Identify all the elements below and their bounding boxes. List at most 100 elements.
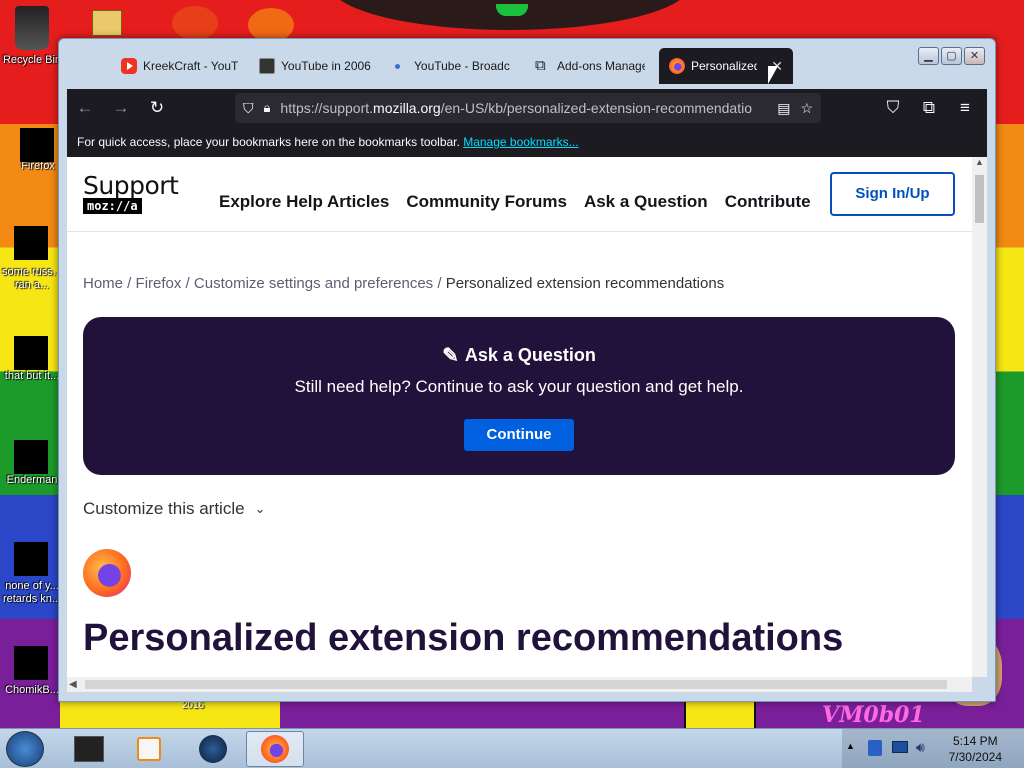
tab-addons-manager[interactable]: ⧉ Add-ons Manager — [525, 48, 655, 84]
app-icon — [74, 736, 104, 762]
desktop-icon-chomik[interactable]: ChomikB... — [0, 632, 64, 697]
tab-youtube-2006[interactable]: YouTube in 2006 - — [249, 48, 385, 84]
nav-ask-question[interactable]: Ask a Question — [584, 192, 708, 212]
customize-article-toggle[interactable]: Customize this article ⌄ — [83, 499, 265, 519]
tab-label: Personalized e — [691, 59, 758, 73]
browser-window: KreekCraft - YouT YouTube in 2006 - YouT… — [58, 38, 996, 702]
desktop-icon-enderman[interactable]: Enderman — [0, 428, 64, 487]
ask-card-subtitle: Still need help? Continue to ask your qu… — [294, 377, 744, 396]
nav-bar: ← → ↻ ⛉ 🔒︎ https://support.mozilla.org/e… — [67, 89, 987, 127]
nav-explore-help[interactable]: Explore Help Articles — [219, 192, 389, 212]
globe-icon — [199, 735, 227, 763]
desktop-icon-recycle-bin[interactable]: Recycle Bin — [0, 6, 64, 67]
site-header: Support moz://a Explore Help Articles Co… — [67, 157, 972, 232]
back-arrow-icon[interactable]: ← — [67, 98, 103, 118]
edit-icon: ✎ — [442, 345, 459, 367]
reload-icon[interactable]: ↻ — [139, 98, 175, 118]
article-title: Personalized extension recommendations — [83, 617, 844, 659]
close-window-button[interactable]: ✕ — [964, 47, 985, 65]
menu-icon[interactable]: ≡ — [947, 98, 983, 118]
bookmark-star-icon[interactable]: ☆ — [800, 100, 813, 117]
nav-community-forums[interactable]: Community Forums — [406, 192, 567, 212]
redacted-icon — [14, 542, 48, 576]
redacted-icon — [20, 128, 54, 162]
media-player-icon — [137, 737, 161, 761]
watermark-text: VM0b01 — [822, 702, 925, 728]
url-text[interactable]: https://support.mozilla.org/en-US/kb/per… — [280, 100, 767, 116]
minimize-button[interactable]: ▁ — [918, 47, 939, 65]
scroll-left-icon[interactable]: ◀ — [69, 677, 77, 692]
url-bar[interactable]: ⛉ 🔒︎ https://support.mozilla.org/en-US/k… — [235, 93, 821, 123]
pocket-icon[interactable]: ⛉ — [875, 98, 911, 118]
breadcrumb-customize[interactable]: Customize settings and preferences — [194, 275, 433, 292]
tab-youtube-broadcast[interactable]: YouTube - Broadc — [385, 48, 525, 84]
mouse-cursor — [768, 66, 778, 84]
page-icon — [259, 58, 275, 74]
desktop-icon-label: Enderman — [6, 474, 58, 486]
desktop-icon-file-1[interactable]: some russ... ran a... — [0, 214, 64, 292]
taskbar-firefox[interactable] — [246, 731, 304, 767]
bookmarks-toolbar: For quick access, place your bookmarks h… — [67, 127, 987, 157]
maximize-button[interactable]: ▢ — [941, 47, 962, 65]
desktop-icon-label: none of y... retards kn... — [2, 580, 62, 605]
ask-card-title-text: Ask a Question — [464, 345, 596, 365]
taskbar: ▲ 🔊︎ 5:14 PM 7/30/2024 — [0, 728, 1024, 768]
support-logo-text[interactable]: Support — [83, 171, 179, 200]
tray-app-icon[interactable] — [868, 740, 882, 756]
desktop-icon-label: ChomikB... — [5, 684, 59, 696]
start-button[interactable] — [6, 731, 44, 767]
show-hidden-icons[interactable]: ▲ — [846, 741, 855, 751]
system-tray: ▲ 🔊︎ 5:14 PM 7/30/2024 — [842, 729, 1024, 768]
sign-in-button[interactable]: Sign In/Up — [830, 172, 955, 216]
scroll-thumb[interactable] — [975, 175, 984, 223]
folder-icon — [92, 10, 122, 36]
firefox-icon — [261, 735, 289, 763]
manage-bookmarks-link[interactable]: Manage bookmarks... — [463, 135, 578, 149]
mozilla-logo[interactable]: moz://a — [83, 198, 142, 214]
ask-card-title: ✎ Ask a Question — [83, 343, 955, 368]
vertical-scrollbar[interactable]: ▲ — [972, 157, 987, 677]
scroll-up-icon[interactable]: ▲ — [972, 157, 987, 172]
recycle-bin-icon — [15, 6, 49, 50]
taskbar-browser[interactable] — [184, 731, 242, 767]
network-icon[interactable] — [892, 741, 908, 753]
nav-contribute[interactable]: Contribute — [725, 192, 811, 212]
volume-icon[interactable]: 🔊︎ — [916, 739, 925, 756]
tab-label: YouTube - Broadc — [414, 59, 510, 73]
extensions-icon[interactable]: ⧉ — [911, 98, 947, 118]
taskbar-app-1[interactable] — [60, 731, 118, 767]
breadcrumb: Home / Firefox / Customize settings and … — [83, 275, 725, 292]
bookmarks-hint: For quick access, place your bookmarks h… — [77, 135, 460, 149]
clock-date: 7/30/2024 — [948, 750, 1002, 764]
taskbar-media-player[interactable] — [120, 731, 178, 767]
reader-view-icon[interactable]: ▤ — [777, 100, 790, 117]
lock-icon[interactable]: 🔒︎ — [264, 100, 271, 116]
ask-question-card: ✎ Ask a Question Still need help? Contin… — [83, 317, 955, 475]
wallpaper-eyes — [496, 4, 528, 16]
app-icon — [172, 6, 218, 40]
scroll-thumb[interactable] — [85, 680, 947, 689]
url-suffix: /en-US/kb/personalized-extension-recomme… — [440, 100, 753, 116]
chevron-down-icon: ⌄ — [254, 501, 266, 516]
window-controls: ▁ ▢ ✕ — [918, 47, 985, 65]
loading-dot-icon — [395, 63, 400, 69]
forward-arrow-icon[interactable]: → — [103, 98, 139, 118]
page-content: Support moz://a Explore Help Articles Co… — [67, 157, 972, 677]
horizontal-scrollbar[interactable]: ◀ — [67, 677, 972, 692]
toolbar-right: ⛉ ⧉ ≡ — [875, 89, 983, 127]
app-icon — [248, 8, 294, 42]
breadcrumb-home[interactable]: Home — [83, 275, 123, 292]
shield-icon[interactable]: ⛉ — [243, 100, 254, 117]
continue-button[interactable]: Continue — [464, 419, 574, 451]
redacted-icon — [14, 646, 48, 680]
desktop-icon-file-2[interactable]: that but it... — [0, 320, 64, 383]
customize-label: Customize this article — [83, 499, 245, 518]
desktop-icon-file-3[interactable]: none of y... retards kn... — [0, 528, 64, 606]
firefox-product-icon — [83, 549, 131, 597]
tab-label: KreekCraft - YouT — [143, 59, 239, 73]
tab-kreekcraft[interactable]: KreekCraft - YouT — [111, 48, 249, 84]
puzzle-icon: ⧉ — [535, 57, 546, 74]
clock[interactable]: 5:14 PM 7/30/2024 — [949, 733, 1002, 765]
tab-strip: KreekCraft - YouT YouTube in 2006 - YouT… — [111, 48, 793, 84]
breadcrumb-firefox[interactable]: Firefox — [136, 275, 182, 292]
